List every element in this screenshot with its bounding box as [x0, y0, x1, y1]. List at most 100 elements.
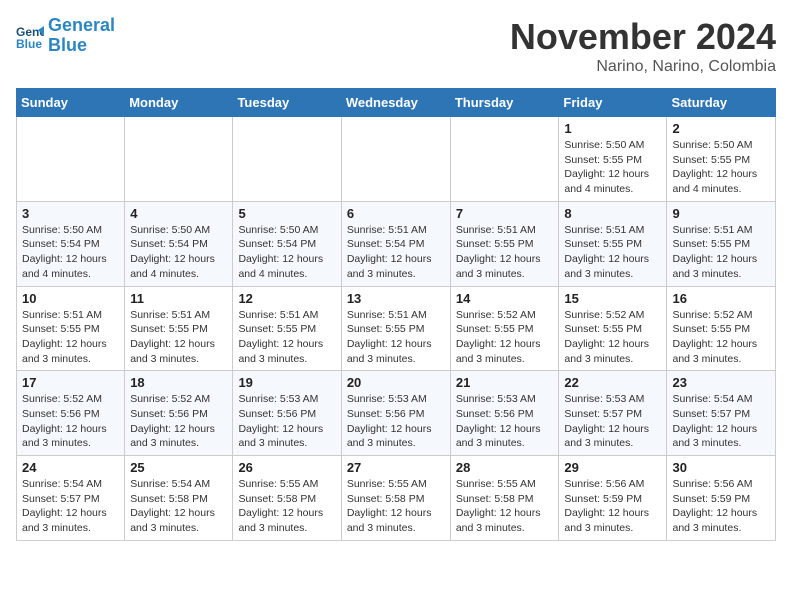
- day-info: Sunrise: 5:50 AMSunset: 5:54 PMDaylight:…: [130, 223, 227, 282]
- day-number: 9: [672, 206, 770, 221]
- calendar-cell: 26 Sunrise: 5:55 AMSunset: 5:58 PMDayligh…: [233, 456, 341, 541]
- calendar-cell: 4 Sunrise: 5:50 AMSunset: 5:54 PMDaylight…: [125, 201, 233, 286]
- day-number: 8: [564, 206, 661, 221]
- day-info: Sunrise: 5:53 AMSunset: 5:56 PMDaylight:…: [456, 392, 554, 451]
- day-info: Sunrise: 5:51 AMSunset: 5:55 PMDaylight:…: [130, 308, 227, 367]
- day-number: 1: [564, 121, 661, 136]
- day-number: 10: [22, 291, 119, 306]
- day-of-week-header: Thursday: [450, 89, 559, 117]
- day-of-week-header: Monday: [125, 89, 233, 117]
- day-info: Sunrise: 5:51 AMSunset: 5:55 PMDaylight:…: [238, 308, 335, 367]
- calendar-cell: 13 Sunrise: 5:51 AMSunset: 5:55 PMDayligh…: [341, 286, 450, 371]
- day-info: Sunrise: 5:56 AMSunset: 5:59 PMDaylight:…: [672, 477, 770, 536]
- calendar-cell: 6 Sunrise: 5:51 AMSunset: 5:54 PMDaylight…: [341, 201, 450, 286]
- calendar-cell: 18 Sunrise: 5:52 AMSunset: 5:56 PMDayligh…: [125, 371, 233, 456]
- day-info: Sunrise: 5:51 AMSunset: 5:55 PMDaylight:…: [672, 223, 770, 282]
- calendar-cell: 9 Sunrise: 5:51 AMSunset: 5:55 PMDaylight…: [667, 201, 776, 286]
- calendar: SundayMondayTuesdayWednesdayThursdayFrid…: [16, 88, 776, 541]
- logo-text: GeneralBlue: [48, 16, 115, 56]
- day-number: 5: [238, 206, 335, 221]
- logo: General Blue GeneralBlue: [16, 16, 115, 56]
- day-number: 23: [672, 375, 770, 390]
- calendar-cell: 20Sunrise: 5:53 AMSunset: 5:56 PMDayligh…: [341, 371, 450, 456]
- calendar-cell: 25 Sunrise: 5:54 AMSunset: 5:58 PMDayligh…: [125, 456, 233, 541]
- calendar-cell: 30 Sunrise: 5:56 AMSunset: 5:59 PMDayligh…: [667, 456, 776, 541]
- calendar-cell: 27 Sunrise: 5:55 AMSunset: 5:58 PMDayligh…: [341, 456, 450, 541]
- day-number: 29: [564, 460, 661, 475]
- calendar-cell: 11Sunrise: 5:51 AMSunset: 5:55 PMDayligh…: [125, 286, 233, 371]
- day-info: Sunrise: 5:54 AMSunset: 5:57 PMDaylight:…: [22, 477, 119, 536]
- day-number: 22: [564, 375, 661, 390]
- day-info: Sunrise: 5:53 AMSunset: 5:56 PMDaylight:…: [347, 392, 445, 451]
- calendar-cell: [450, 117, 559, 202]
- calendar-cell: [233, 117, 341, 202]
- day-of-week-header: Sunday: [17, 89, 125, 117]
- day-number: 13: [347, 291, 445, 306]
- day-number: 15: [564, 291, 661, 306]
- day-info: Sunrise: 5:52 AMSunset: 5:56 PMDaylight:…: [130, 392, 227, 451]
- day-number: 17: [22, 375, 119, 390]
- day-of-week-header: Friday: [559, 89, 667, 117]
- calendar-cell: 24 Sunrise: 5:54 AMSunset: 5:57 PMDayligh…: [17, 456, 125, 541]
- day-number: 27: [347, 460, 445, 475]
- day-number: 30: [672, 460, 770, 475]
- day-number: 24: [22, 460, 119, 475]
- day-info: Sunrise: 5:51 AMSunset: 5:55 PMDaylight:…: [456, 223, 554, 282]
- day-info: Sunrise: 5:54 AMSunset: 5:57 PMDaylight:…: [672, 392, 770, 451]
- day-info: Sunrise: 5:55 AMSunset: 5:58 PMDaylight:…: [456, 477, 554, 536]
- day-number: 7: [456, 206, 554, 221]
- calendar-cell: 28 Sunrise: 5:55 AMSunset: 5:58 PMDayligh…: [450, 456, 559, 541]
- day-number: 28: [456, 460, 554, 475]
- calendar-cell: 23 Sunrise: 5:54 AMSunset: 5:57 PMDayligh…: [667, 371, 776, 456]
- day-info: Sunrise: 5:51 AMSunset: 5:55 PMDaylight:…: [347, 308, 445, 367]
- day-info: Sunrise: 5:50 AMSunset: 5:54 PMDaylight:…: [238, 223, 335, 282]
- day-number: 21: [456, 375, 554, 390]
- day-info: Sunrise: 5:53 AMSunset: 5:57 PMDaylight:…: [564, 392, 661, 451]
- day-number: 2: [672, 121, 770, 136]
- day-number: 4: [130, 206, 227, 221]
- calendar-cell: 10 Sunrise: 5:51 AMSunset: 5:55 PMDayligh…: [17, 286, 125, 371]
- calendar-cell: 21 Sunrise: 5:53 AMSunset: 5:56 PMDayligh…: [450, 371, 559, 456]
- calendar-cell: 16Sunrise: 5:52 AMSunset: 5:55 PMDayligh…: [667, 286, 776, 371]
- day-info: Sunrise: 5:56 AMSunset: 5:59 PMDaylight:…: [564, 477, 661, 536]
- calendar-cell: 12 Sunrise: 5:51 AMSunset: 5:55 PMDayligh…: [233, 286, 341, 371]
- day-info: Sunrise: 5:50 AMSunset: 5:55 PMDaylight:…: [564, 138, 661, 197]
- day-of-week-header: Saturday: [667, 89, 776, 117]
- page-header: General Blue GeneralBlue November 2024 N…: [16, 16, 776, 76]
- calendar-cell: 5 Sunrise: 5:50 AMSunset: 5:54 PMDaylight…: [233, 201, 341, 286]
- day-number: 12: [238, 291, 335, 306]
- calendar-cell: 2 Sunrise: 5:50 AMSunset: 5:55 PMDaylight…: [667, 117, 776, 202]
- day-info: Sunrise: 5:50 AMSunset: 5:54 PMDaylight:…: [22, 223, 119, 282]
- day-of-week-header: Wednesday: [341, 89, 450, 117]
- day-number: 18: [130, 375, 227, 390]
- day-info: Sunrise: 5:51 AMSunset: 5:55 PMDaylight:…: [22, 308, 119, 367]
- month-title: November 2024: [510, 16, 776, 58]
- day-info: Sunrise: 5:50 AMSunset: 5:55 PMDaylight:…: [672, 138, 770, 197]
- calendar-cell: 7 Sunrise: 5:51 AMSunset: 5:55 PMDaylight…: [450, 201, 559, 286]
- day-number: 3: [22, 206, 119, 221]
- calendar-cell: 29 Sunrise: 5:56 AMSunset: 5:59 PMDayligh…: [559, 456, 667, 541]
- calendar-cell: [17, 117, 125, 202]
- day-number: 14: [456, 291, 554, 306]
- calendar-cell: [125, 117, 233, 202]
- logo-icon: General Blue: [16, 22, 44, 50]
- day-number: 25: [130, 460, 227, 475]
- day-info: Sunrise: 5:55 AMSunset: 5:58 PMDaylight:…: [238, 477, 335, 536]
- day-number: 6: [347, 206, 445, 221]
- calendar-cell: 22 Sunrise: 5:53 AMSunset: 5:57 PMDayligh…: [559, 371, 667, 456]
- day-number: 16: [672, 291, 770, 306]
- calendar-cell: 17Sunrise: 5:52 AMSunset: 5:56 PMDayligh…: [17, 371, 125, 456]
- calendar-cell: 8Sunrise: 5:51 AMSunset: 5:55 PMDaylight…: [559, 201, 667, 286]
- location: Narino, Narino, Colombia: [510, 58, 776, 76]
- calendar-cell: [341, 117, 450, 202]
- day-info: Sunrise: 5:54 AMSunset: 5:58 PMDaylight:…: [130, 477, 227, 536]
- day-number: 26: [238, 460, 335, 475]
- day-info: Sunrise: 5:53 AMSunset: 5:56 PMDaylight:…: [238, 392, 335, 451]
- day-info: Sunrise: 5:55 AMSunset: 5:58 PMDaylight:…: [347, 477, 445, 536]
- calendar-cell: 1 Sunrise: 5:50 AMSunset: 5:55 PMDaylight…: [559, 117, 667, 202]
- title-block: November 2024 Narino, Narino, Colombia: [510, 16, 776, 76]
- day-info: Sunrise: 5:52 AMSunset: 5:55 PMDaylight:…: [564, 308, 661, 367]
- day-number: 19: [238, 375, 335, 390]
- day-info: Sunrise: 5:51 AMSunset: 5:54 PMDaylight:…: [347, 223, 445, 282]
- day-info: Sunrise: 5:52 AMSunset: 5:55 PMDaylight:…: [456, 308, 554, 367]
